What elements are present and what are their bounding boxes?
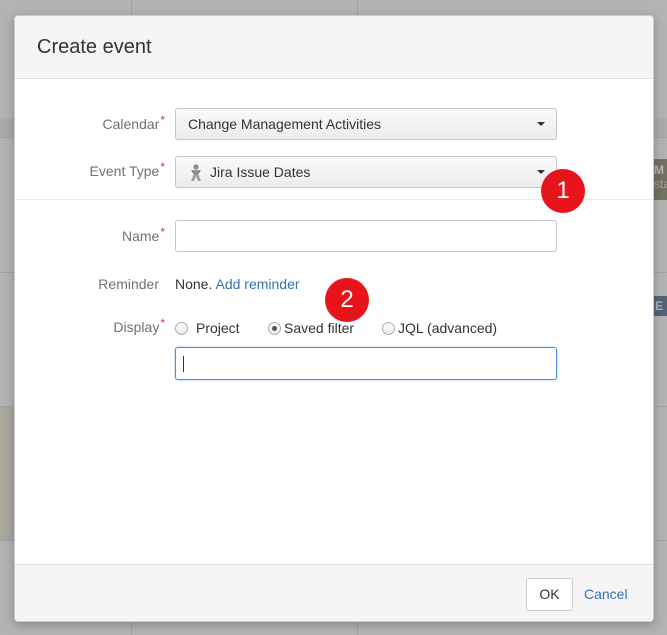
event-type-label: Event Type* [15,160,165,179]
required-marker: * [160,113,165,127]
display-option-label: JQL (advanced) [398,320,498,336]
event-type-select[interactable]: Jira Issue Dates [175,156,557,188]
required-marker: * [160,225,165,239]
chevron-down-icon [537,170,545,174]
annotation-badge: 2 [325,278,369,322]
display-label: Display* [15,316,165,335]
reminder-value: None. Add reminder [175,276,300,292]
name-field[interactable] [175,220,557,252]
display-label-text: Display [113,319,160,335]
radio-checked[interactable] [268,322,281,335]
required-marker: * [160,316,165,330]
radio-unchecked[interactable] [175,322,188,335]
annotation-badge: 1 [541,169,585,213]
name-label: Name* [15,225,165,244]
ok-button[interactable]: OK [526,578,573,611]
radio-unchecked[interactable] [382,322,395,335]
calendar-label: Calendar* [15,113,166,132]
event-type-label-text: Event Type [89,163,160,179]
dialog-header: Create event [15,16,653,79]
display-option-label: Project [196,320,240,336]
reminder-none-text: None. [175,276,213,292]
create-event-dialog: Create event Calendar* Change Management… [14,15,654,622]
calendar-label-text: Calendar [102,116,160,132]
event-type-select-value: Jira Issue Dates [210,164,311,180]
saved-filter-input[interactable] [175,347,557,380]
cancel-link[interactable]: Cancel [584,586,628,602]
dialog-title: Create event [37,36,152,58]
add-reminder-link[interactable]: Add reminder [215,276,299,292]
calendar-select-value: Change Management Activities [188,116,381,132]
jira-icon [191,164,201,181]
text-cursor [183,356,184,372]
required-marker: * [160,160,165,174]
calendar-select[interactable]: Change Management Activities [175,108,557,140]
reminder-label: Reminder [98,276,159,292]
name-label-text: Name [121,228,160,244]
chevron-down-icon [537,122,545,126]
